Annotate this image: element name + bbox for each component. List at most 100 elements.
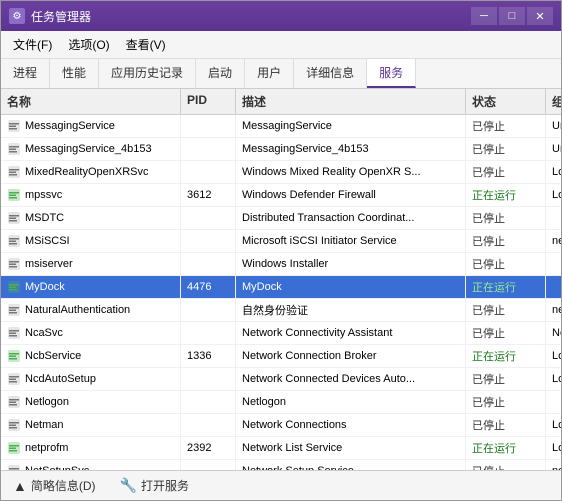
service-desc: Network Connected Devices Auto...	[236, 368, 466, 390]
service-group: netsvcs	[546, 299, 561, 321]
service-icon	[7, 119, 21, 133]
col-header-status[interactable]: 状态	[466, 89, 546, 114]
table-row[interactable]: MixedRealityOpenXRSvc Windows Mixed Reali…	[1, 161, 561, 184]
tab-[interactable]: 性能	[50, 59, 99, 88]
tab-bar: 进程性能应用历史记录启动用户详细信息服务	[1, 59, 561, 89]
service-status: 已停止	[466, 299, 546, 321]
service-group: netsvcs	[546, 230, 561, 252]
service-icon	[7, 441, 21, 455]
service-group	[546, 253, 561, 275]
service-icon	[7, 372, 21, 386]
service-name: netprofm	[25, 442, 68, 454]
service-status: 正在运行	[466, 437, 546, 459]
service-name: msiserver	[25, 258, 73, 270]
service-icon	[7, 188, 21, 202]
service-name: MessagingService_4b153	[25, 143, 152, 155]
service-icon	[7, 395, 21, 409]
service-name: NcbService	[25, 350, 81, 362]
tab-[interactable]: 启动	[196, 59, 245, 88]
service-pid	[181, 460, 236, 470]
service-desc: Network Connections	[236, 414, 466, 436]
summary-button[interactable]: ▲ 简略信息(D)	[9, 475, 100, 496]
service-pid	[181, 414, 236, 436]
service-name-cell: MixedRealityOpenXRSvc	[1, 161, 181, 183]
service-group: UnistackSvcG...	[546, 138, 561, 160]
service-desc: Windows Installer	[236, 253, 466, 275]
summary-icon: ▲	[13, 478, 27, 494]
service-desc: Network List Service	[236, 437, 466, 459]
table-row[interactable]: NetlogonNetlogon已停止	[1, 391, 561, 414]
service-status: 已停止	[466, 115, 546, 137]
service-name-cell: mpssvc	[1, 184, 181, 206]
service-pid: 4476	[181, 276, 236, 298]
table-row[interactable]: mpssvc3612Windows Defender Firewall正在运行L…	[1, 184, 561, 207]
table-row[interactable]: MessagingServiceMessagingService已停止Unist…	[1, 115, 561, 138]
tab-[interactable]: 进程	[1, 59, 50, 88]
service-icon	[7, 142, 21, 156]
maximize-button[interactable]: □	[499, 7, 525, 25]
table-row[interactable]: NcaSvcNetwork Connectivity Assistant已停止N…	[1, 322, 561, 345]
tab-[interactable]: 应用历史记录	[99, 59, 196, 88]
table-row[interactable]: msiserverWindows Installer已停止	[1, 253, 561, 276]
service-icon	[7, 303, 21, 317]
service-name: Netman	[25, 419, 64, 431]
tab-[interactable]: 服务	[367, 59, 416, 88]
table-row[interactable]: NaturalAuthentication 自然身份验证已停止netsvcs	[1, 299, 561, 322]
tab-[interactable]: 用户	[245, 59, 294, 88]
table-row[interactable]: NcdAutoSetupNetwork Connected Devices Au…	[1, 368, 561, 391]
service-name-cell: MSiSCSI	[1, 230, 181, 252]
service-name: MyDock	[25, 281, 65, 293]
service-pid	[181, 161, 236, 183]
service-status: 已停止	[466, 322, 546, 344]
service-group	[546, 207, 561, 229]
service-desc: Windows Mixed Reality OpenXR S...	[236, 161, 466, 183]
table-row[interactable]: NetmanNetwork Connections已停止LocalSystem.…	[1, 414, 561, 437]
col-header-pid[interactable]: PID	[181, 89, 236, 114]
service-pid	[181, 230, 236, 252]
service-name-cell: MyDock	[1, 276, 181, 298]
table-row[interactable]: MessagingService_4b153 MessagingService_4…	[1, 138, 561, 161]
service-pid	[181, 138, 236, 160]
table-row[interactable]: MyDock4476MyDock正在运行	[1, 276, 561, 299]
service-group: LocalService...	[546, 184, 561, 206]
service-name-cell: msiserver	[1, 253, 181, 275]
col-header-desc[interactable]: 描述	[236, 89, 466, 114]
service-name-cell: netprofm	[1, 437, 181, 459]
table-row[interactable]: NcbService1336Network Connection Broker正…	[1, 345, 561, 368]
table-row[interactable]: netprofm2392Network List Service正在运行Loca…	[1, 437, 561, 460]
menu-item-f[interactable]: 文件(F)	[5, 33, 60, 56]
service-pid	[181, 391, 236, 413]
col-header-name[interactable]: 名称	[1, 89, 181, 114]
minimize-button[interactable]: ─	[471, 7, 497, 25]
menu-item-v[interactable]: 查看(V)	[118, 33, 174, 56]
service-name: NaturalAuthentication	[25, 304, 130, 316]
service-status: 已停止	[466, 391, 546, 413]
open-service-button[interactable]: 🔧 打开服务	[116, 475, 193, 496]
service-desc: MyDock	[236, 276, 466, 298]
title-buttons: ─ □ ✕	[471, 7, 553, 25]
table-row[interactable]: MSDTCDistributed Transaction Coordinat..…	[1, 207, 561, 230]
table-body[interactable]: MessagingServiceMessagingService已停止Unist…	[1, 115, 561, 470]
service-group: LocalSystem...	[546, 345, 561, 367]
service-desc: Windows Defender Firewall	[236, 184, 466, 206]
service-pid: 2392	[181, 437, 236, 459]
service-name-cell: NcbService	[1, 345, 181, 367]
service-status: 正在运行	[466, 345, 546, 367]
service-desc: MessagingService_4b153	[236, 138, 466, 160]
tab-[interactable]: 详细信息	[294, 59, 367, 88]
col-header-group[interactable]: 组	[546, 89, 561, 114]
close-button[interactable]: ✕	[527, 7, 553, 25]
table-row[interactable]: NetSetupSvcNetwork Setup Service已停止netsv…	[1, 460, 561, 470]
service-name-cell: MessagingService	[1, 115, 181, 137]
menu-item-o[interactable]: 选项(O)	[60, 33, 117, 56]
service-name-cell: Netman	[1, 414, 181, 436]
service-desc: 自然身份验证	[236, 299, 466, 321]
table-row[interactable]: MSiSCSIMicrosoft iSCSI Initiator Service…	[1, 230, 561, 253]
app-icon: ⚙	[9, 8, 25, 24]
services-content: 名称 PID 描述 状态 组 MessagingServiceMessaging…	[1, 89, 561, 470]
task-manager-window: ⚙ 任务管理器 ─ □ ✕ 文件(F)选项(O)查看(V) 进程性能应用历史记录…	[0, 0, 562, 501]
service-desc: MessagingService	[236, 115, 466, 137]
service-status: 已停止	[466, 414, 546, 436]
service-status: 已停止	[466, 368, 546, 390]
service-status: 已停止	[466, 138, 546, 160]
